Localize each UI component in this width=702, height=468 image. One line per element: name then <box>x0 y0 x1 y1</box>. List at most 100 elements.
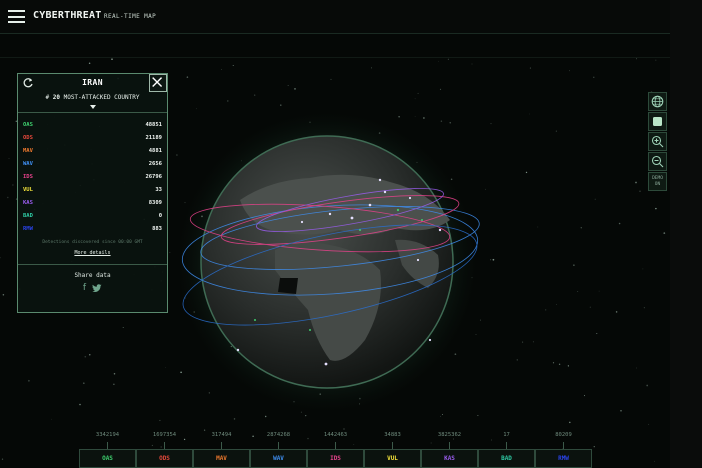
star <box>414 98 416 100</box>
stat-row[interactable]: IDS 26796 <box>18 170 167 183</box>
legend-item[interactable]: 80209 RMW <box>535 432 592 468</box>
globe-view-button[interactable] <box>648 92 667 111</box>
star <box>447 58 449 60</box>
panel-header: IRAN <box>18 74 167 94</box>
more-details-link[interactable]: More details <box>18 250 167 256</box>
star <box>573 264 575 266</box>
legend-count: 3825362 <box>437 432 462 438</box>
star <box>529 67 531 69</box>
star <box>343 428 345 430</box>
stat-value: 883 <box>152 225 162 232</box>
stat-row[interactable]: RMW 883 <box>18 222 167 235</box>
brand-title[interactable]: CYBERTHREAT <box>33 10 101 21</box>
stat-code: VUL <box>23 186 33 193</box>
close-button[interactable] <box>149 74 167 92</box>
legend-label[interactable]: MAV <box>193 449 250 468</box>
demo-toggle[interactable]: DEMO ON <box>648 172 667 191</box>
demo-state: ON <box>654 182 661 187</box>
legend-item[interactable]: 17 BAD <box>478 432 535 468</box>
legend-label[interactable]: RMW <box>535 449 592 468</box>
star <box>522 341 524 343</box>
star <box>529 113 531 115</box>
legend-label[interactable]: BAD <box>478 449 535 468</box>
top-bar: CYBERTHREAT REAL-TIME MAP <box>0 0 670 34</box>
star <box>84 355 87 358</box>
star <box>2 294 5 296</box>
facebook-icon[interactable]: f <box>83 284 86 296</box>
star <box>552 362 555 364</box>
legend-label[interactable]: ODS <box>136 449 193 468</box>
twitter-icon[interactable] <box>92 284 102 296</box>
star <box>12 184 14 186</box>
legend-item[interactable]: 317494 MAV <box>193 432 250 468</box>
star <box>440 415 441 417</box>
sub-bar <box>0 34 670 58</box>
star <box>264 415 267 418</box>
stat-code: IDS <box>23 173 33 180</box>
stat-code: KAS <box>23 199 33 206</box>
stat-row[interactable]: WAV 2656 <box>18 157 167 170</box>
legend-tick <box>392 442 393 449</box>
star <box>598 290 600 292</box>
legend-item[interactable]: 3342194 OAS <box>79 432 136 468</box>
right-edge-strip <box>670 0 702 468</box>
stat-row[interactable]: BAD 0 <box>18 209 167 222</box>
star <box>620 410 622 412</box>
legend-label[interactable]: IDS <box>307 449 364 468</box>
star <box>516 359 519 361</box>
legend-label[interactable]: KAS <box>421 449 478 468</box>
star <box>227 100 229 102</box>
stat-row[interactable]: KAS 8309 <box>18 196 167 209</box>
star <box>654 460 656 462</box>
star <box>636 58 637 60</box>
star <box>113 372 116 375</box>
star <box>477 414 479 417</box>
star <box>663 232 666 234</box>
star <box>300 411 302 413</box>
legend-label[interactable]: VUL <box>364 449 421 468</box>
legend-item[interactable]: 2874268 WAV <box>250 432 307 468</box>
star <box>221 68 222 70</box>
star <box>417 92 419 94</box>
star <box>577 291 579 292</box>
star <box>169 252 171 253</box>
flat-map-button[interactable] <box>648 112 667 131</box>
star <box>88 62 91 64</box>
star <box>556 303 557 305</box>
chevron-down-icon[interactable] <box>89 105 96 109</box>
legend-item[interactable]: 34883 VUL <box>364 432 421 468</box>
menu-icon[interactable] <box>8 10 25 23</box>
star <box>122 327 124 329</box>
star <box>287 85 289 86</box>
rank-number: 20 <box>52 94 60 101</box>
zoom-out-button[interactable] <box>648 152 667 171</box>
legend-label[interactable]: WAV <box>250 449 307 468</box>
legend-item[interactable]: 1442463 IDS <box>307 432 364 468</box>
legend-count: 1697354 <box>152 432 177 438</box>
legend-count: 2874268 <box>266 432 291 438</box>
legend-tick <box>506 442 507 449</box>
legend-item[interactable]: 3825362 KAS <box>421 432 478 468</box>
stat-row[interactable]: OAS 48851 <box>18 118 167 131</box>
star <box>618 222 621 225</box>
legend-label[interactable]: OAS <box>79 449 136 468</box>
star <box>568 70 570 72</box>
star <box>82 382 85 385</box>
star <box>567 365 570 367</box>
star <box>159 419 161 422</box>
star <box>594 198 596 200</box>
stat-code: MAV <box>23 147 33 154</box>
star <box>0 257 1 259</box>
globe-icon <box>651 95 664 108</box>
stat-row[interactable]: MAV 4881 <box>18 144 167 157</box>
legend-tick <box>107 442 108 449</box>
zoom-in-button[interactable] <box>648 132 667 151</box>
stat-row[interactable]: ODS 21189 <box>18 131 167 144</box>
stat-row[interactable]: VUL 33 <box>18 183 167 196</box>
star <box>589 306 591 308</box>
star <box>639 190 641 192</box>
legend-tick <box>563 442 564 449</box>
legend-item[interactable]: 1697354 ODS <box>136 432 193 468</box>
legend-tick <box>449 442 450 449</box>
globe-map[interactable] <box>180 110 500 410</box>
